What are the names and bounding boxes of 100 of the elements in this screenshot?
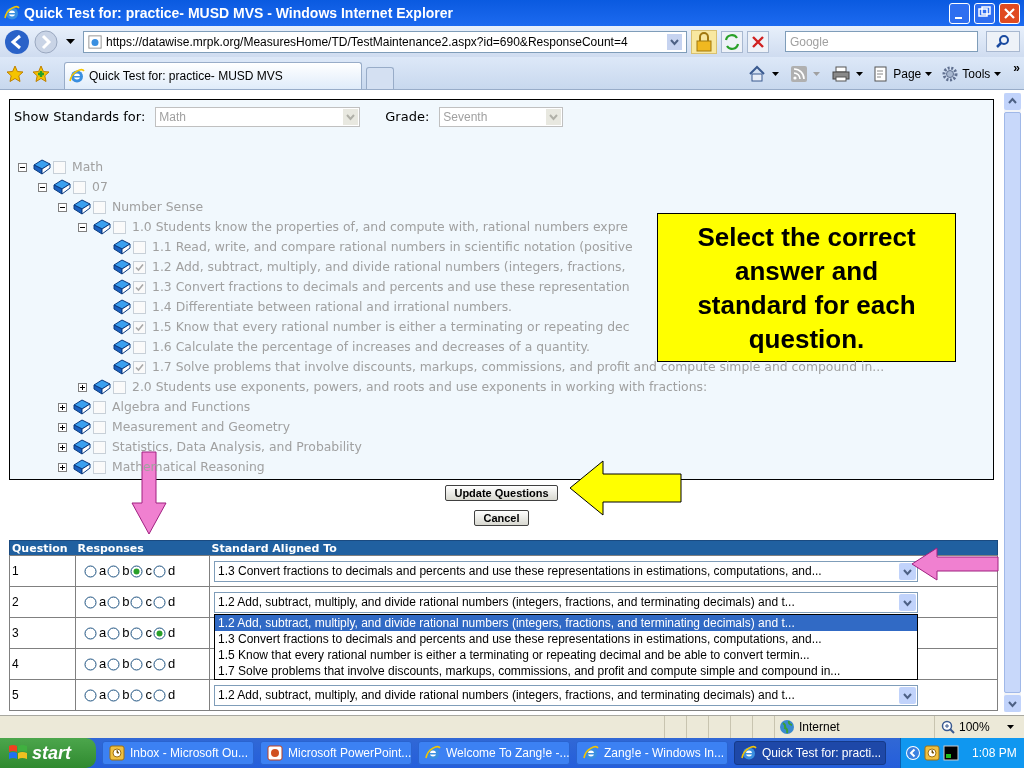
tree-item-label[interactable]: 2.0 Students use exponents, powers, and roots and use exponents in working with fractions: [132, 377, 708, 397]
checkbox[interactable] [113, 380, 126, 394]
expand-tray-icon[interactable] [905, 745, 921, 761]
checkbox[interactable] [73, 180, 86, 194]
standard-select[interactable]: 1.2 Add, subtract, multiply, and divide rational numbers (integers, fractions, and terminating decimals) and t... [214, 684, 918, 706]
search-button[interactable] [986, 31, 1020, 52]
add-favorite-icon[interactable] [32, 65, 50, 83]
radio-button[interactable] [107, 626, 121, 640]
collapse-toggle[interactable] [18, 162, 27, 172]
radio-button[interactable] [152, 564, 166, 578]
printer-icon[interactable] [832, 66, 851, 82]
favorites-star-icon[interactable] [6, 65, 24, 83]
checkbox[interactable] [113, 220, 126, 234]
refresh-icon[interactable] [720, 30, 743, 53]
checkbox[interactable] [133, 300, 146, 314]
tree-item-label[interactable]: Algebra and Functions [112, 397, 251, 417]
standard-select[interactable]: 1.3 Convert fractions to decimals and percents and use these representations in estimations, computations, and... [214, 560, 918, 582]
checkbox[interactable] [133, 240, 146, 254]
taskbar-button[interactable]: Inbox - Microsoft Ou... [102, 741, 254, 765]
tree-item-label[interactable]: Statistics, Data Analysis, and Probability [112, 437, 362, 457]
tree-item-label[interactable]: Measurement and Geometry [112, 417, 291, 437]
tree-item-label[interactable]: 1.6 Calculate the percentage of increases and decreases of a quantity. [152, 337, 590, 357]
expand-toggle[interactable] [58, 422, 67, 432]
dropdown-option[interactable]: 1.2 Add, subtract, multiply, and divide rational numbers (integers, fractions, and terminating decimals) and t... [215, 615, 917, 631]
collapse-toggle[interactable] [38, 182, 47, 192]
more-button[interactable]: » [1013, 59, 1020, 77]
tree-item-label[interactable]: 1.4 Differentiate between rational and irrational numbers. [152, 297, 513, 317]
radio-button[interactable] [130, 595, 144, 609]
radio-button[interactable] [84, 564, 97, 578]
minimize-button[interactable] [949, 2, 970, 24]
taskbar-button[interactable]: Microsoft PowerPoint... [260, 741, 412, 765]
expand-toggle[interactable] [58, 462, 67, 472]
expand-toggle[interactable] [78, 382, 87, 392]
start-button[interactable]: start [0, 738, 96, 768]
radio-button[interactable] [130, 564, 144, 578]
filter-select[interactable]: Math [155, 107, 361, 127]
feed-icon[interactable] [791, 66, 808, 82]
radio-button[interactable] [84, 626, 97, 640]
radio-button[interactable] [84, 595, 97, 609]
dropdown-option[interactable]: 1.7 Solve problems that involve discounts, markups, commissions, and profit and compute simple and compound in... [215, 663, 917, 679]
tree-item-label[interactable]: 1.5 Know that every rational number is either a terminating or repeating dec [152, 317, 630, 337]
checkbox[interactable] [133, 320, 146, 334]
expand-toggle[interactable] [58, 402, 67, 412]
dropdown-icon[interactable] [899, 562, 916, 580]
tree-item-label[interactable]: Math [72, 157, 103, 177]
radio-button[interactable] [152, 688, 166, 702]
taskbar-button[interactable]: Quick Test for: practi... [734, 741, 886, 765]
radio-button[interactable] [130, 688, 144, 702]
tree-item-label[interactable]: Number Sense [112, 197, 204, 217]
filter-select[interactable]: Seventh [439, 107, 564, 127]
dropdown-icon[interactable] [666, 33, 682, 50]
caret-icon[interactable] [772, 72, 780, 76]
lock-icon[interactable] [690, 29, 717, 54]
tree-item-label[interactable]: 1.1 Read, write, and compare rational numbers in scientific notation (positive [152, 237, 633, 257]
radio-button[interactable] [130, 657, 144, 671]
search-field[interactable]: Google [784, 31, 979, 52]
tree-item-label[interactable]: 1.3 Convert fractions to decimals and percents and use these representation [152, 277, 630, 297]
expand-toggle[interactable] [58, 442, 67, 452]
back-button[interactable] [4, 28, 30, 55]
taskbar-button[interactable]: Welcome To Zang!e -... [418, 741, 570, 765]
dropdown-option[interactable]: 1.5 Know that every rational number is either a terminating or repeating decimal and be able to convert termin... [215, 647, 917, 663]
dropdown-icon[interactable] [899, 686, 916, 704]
address-field[interactable]: https://datawise.mrpk.org/MeasuresHome/TD/TestMaintenance2.aspx?id=690&ResponseCount=4 [83, 30, 687, 53]
clock-icon[interactable] [924, 745, 940, 761]
checkbox[interactable] [93, 400, 106, 414]
radio-button[interactable] [107, 657, 121, 671]
form-button[interactable]: Update Questions [445, 485, 558, 501]
radio-button[interactable] [152, 595, 166, 609]
terminal-icon[interactable] [943, 745, 959, 761]
radio-button[interactable] [107, 688, 121, 702]
stop-icon[interactable] [746, 30, 769, 53]
home-icon[interactable] [748, 65, 767, 83]
radio-button[interactable] [152, 626, 166, 640]
tree-item-label[interactable]: 1.0 Students know the properties of, and compute with, rational numbers expre [132, 217, 628, 237]
checkbox[interactable] [133, 360, 146, 374]
checkbox[interactable] [133, 340, 146, 354]
radio-button[interactable] [107, 595, 121, 609]
checkbox[interactable] [53, 160, 66, 174]
checkbox[interactable] [93, 200, 106, 214]
collapse-toggle[interactable] [58, 202, 67, 212]
checkbox[interactable] [133, 280, 146, 294]
radio-button[interactable] [107, 564, 121, 578]
dropdown-icon[interactable] [899, 593, 916, 611]
form-button[interactable]: Cancel [474, 510, 529, 526]
standard-select[interactable]: 1.2 Add, subtract, multiply, and divide rational numbers (integers, fractions, and terminating decimals) and t... [214, 591, 918, 613]
checkbox[interactable] [93, 460, 106, 474]
scroll-up-icon[interactable] [1004, 93, 1021, 110]
tree-item-label[interactable]: 1.2 Add, subtract, multiply, and divide rational numbers (integers, fractions, [152, 257, 626, 277]
radio-button[interactable] [152, 657, 166, 671]
dropdown-option[interactable]: 1.3 Convert fractions to decimals and percents and use these representations in estimations, computations, and... [215, 631, 917, 647]
checkbox[interactable] [133, 260, 146, 274]
page-menu[interactable]: Page [873, 65, 933, 83]
radio-button[interactable] [130, 626, 144, 640]
caret-icon[interactable] [66, 38, 75, 45]
checkbox[interactable] [93, 420, 106, 434]
collapse-toggle[interactable] [78, 222, 87, 232]
maximize-button[interactable] [974, 2, 995, 24]
radio-button[interactable] [84, 657, 97, 671]
tools-menu[interactable]: Tools [942, 65, 1002, 83]
taskbar-button[interactable]: Zang!e - Windows In... [576, 741, 728, 765]
